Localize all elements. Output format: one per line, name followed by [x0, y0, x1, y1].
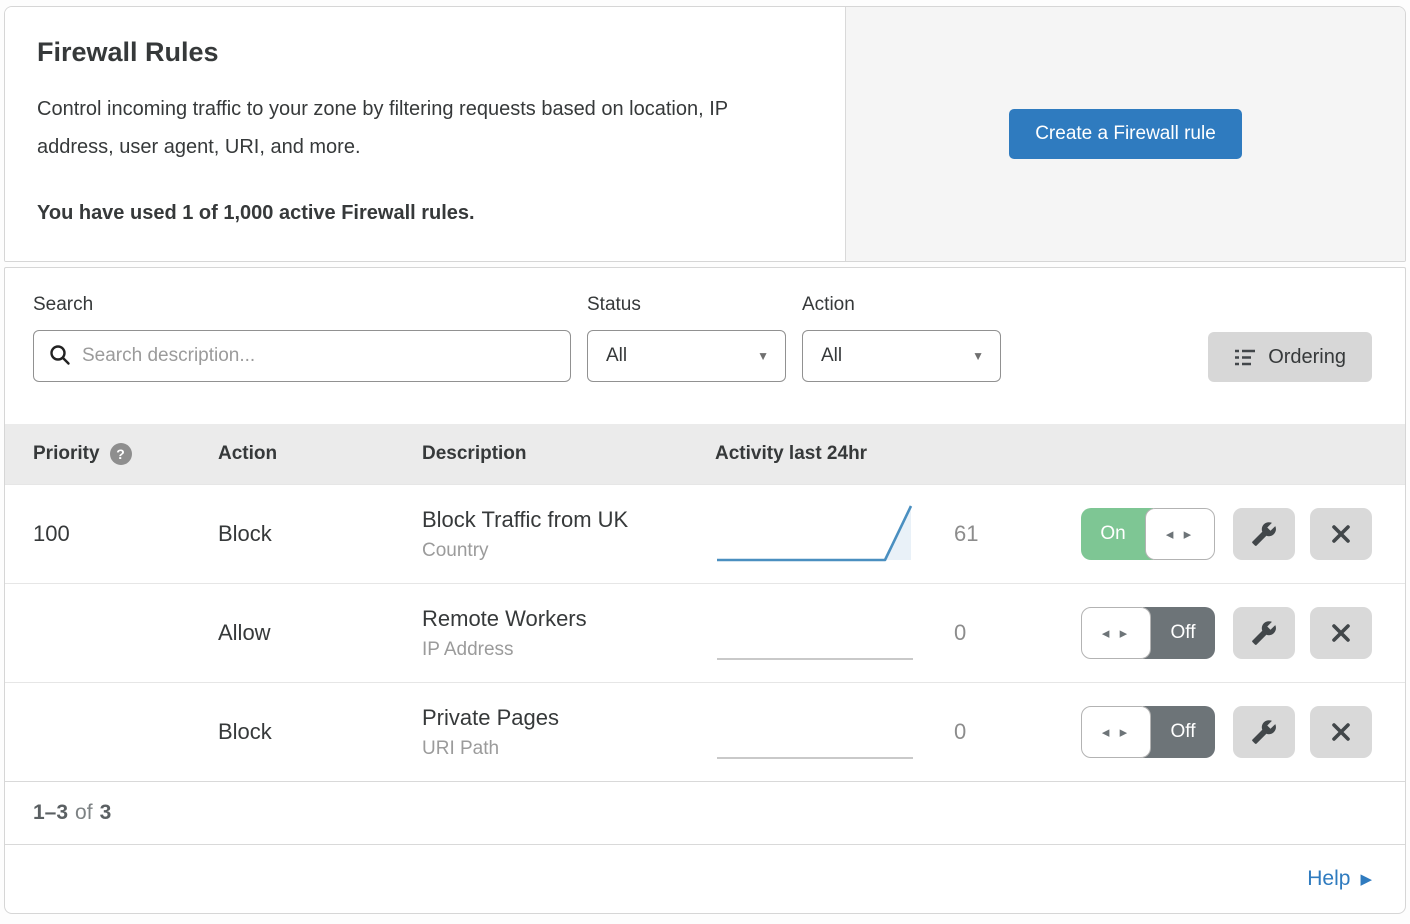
action-label: Action — [802, 294, 1001, 316]
delete-rule-button[interactable] — [1310, 706, 1372, 758]
activity-count: 61 — [922, 521, 1070, 547]
help-row: Help ▶ — [5, 844, 1405, 913]
help-link[interactable]: Help ▶ — [1307, 867, 1372, 891]
firewall-rules-page: Firewall Rules Control incoming traffic … — [0, 0, 1410, 920]
toggle-state-label: Off — [1143, 607, 1215, 659]
create-firewall-rule-button[interactable]: Create a Firewall rule — [1009, 109, 1242, 159]
action-filter: Action All ▼ — [802, 294, 1001, 382]
table-row: Allow Remote Workers IP Address 0 Off ◂ … — [5, 583, 1405, 682]
ordering-button-label: Ordering — [1268, 346, 1346, 369]
rule-description: Remote Workers — [422, 606, 715, 632]
column-activity: Activity last 24hr — [715, 443, 867, 465]
rule-match-type: IP Address — [422, 639, 715, 661]
page-title: Firewall Rules — [37, 37, 813, 68]
pagination-range: 1–3 — [33, 801, 68, 825]
action-select-value: All — [821, 345, 842, 367]
column-action: Action — [218, 443, 422, 465]
search-label: Search — [33, 294, 571, 316]
action-select[interactable]: All ▼ — [802, 330, 1001, 382]
status-select[interactable]: All ▼ — [587, 330, 786, 382]
close-icon — [1329, 621, 1353, 645]
toggle-arrows-icon: ◂ ▸ — [1166, 525, 1194, 543]
search-icon — [49, 344, 71, 366]
pagination: 1–3 of 3 — [5, 781, 1405, 844]
pagination-total: 3 — [100, 801, 112, 825]
activity-sparkline — [715, 596, 922, 671]
table-row: Block Private Pages URI Path 0 Off ◂ ▸ — [5, 682, 1405, 781]
delete-rule-button[interactable] — [1310, 508, 1372, 560]
rule-match-type: URI Path — [422, 738, 715, 760]
wrench-icon — [1251, 719, 1277, 745]
usage-note: You have used 1 of 1,000 active Firewall… — [37, 202, 813, 225]
forward-triangle-icon: ▶ — [1360, 870, 1372, 888]
priority-help-icon[interactable]: ? — [110, 443, 132, 465]
toggle-state-label: Off — [1143, 706, 1215, 758]
rule-match-type: Country — [422, 540, 715, 562]
filter-bar: Search Status All ▼ Action — [5, 268, 1405, 424]
rule-priority: 100 — [33, 521, 218, 547]
toggle-handle: ◂ ▸ — [1081, 706, 1151, 758]
rule-description: Block Traffic from UK — [422, 507, 715, 533]
rule-enable-toggle[interactable]: On ◂ ▸ — [1081, 508, 1218, 560]
rule-enable-toggle[interactable]: Off ◂ ▸ — [1081, 607, 1218, 659]
help-link-label: Help — [1307, 867, 1350, 891]
chevron-down-icon: ▼ — [757, 349, 769, 363]
activity-sparkline — [715, 497, 922, 572]
rules-card: Search Status All ▼ Action — [4, 267, 1406, 914]
toggle-handle: ◂ ▸ — [1081, 607, 1151, 659]
header-action-panel: Create a Firewall rule — [846, 7, 1405, 261]
column-priority: Priority — [33, 443, 100, 465]
rule-action: Block — [218, 719, 422, 745]
edit-rule-button[interactable] — [1233, 508, 1295, 560]
edit-rule-button[interactable] — [1233, 607, 1295, 659]
search-input[interactable] — [33, 330, 571, 382]
toggle-arrows-icon: ◂ ▸ — [1102, 624, 1130, 642]
wrench-icon — [1251, 620, 1277, 646]
ordered-list-icon — [1234, 348, 1256, 367]
close-icon — [1329, 522, 1353, 546]
delete-rule-button[interactable] — [1310, 607, 1372, 659]
status-filter: Status All ▼ — [587, 294, 786, 382]
table-header: Priority ? Action Description Activity l… — [5, 424, 1405, 484]
header-text-panel: Firewall Rules Control incoming traffic … — [5, 7, 846, 261]
column-description: Description — [422, 443, 715, 465]
rule-action: Block — [218, 521, 422, 547]
wrench-icon — [1251, 521, 1277, 547]
chevron-down-icon: ▼ — [972, 349, 984, 363]
page-description: Control incoming traffic to your zone by… — [37, 90, 807, 166]
edit-rule-button[interactable] — [1233, 706, 1295, 758]
status-label: Status — [587, 294, 786, 316]
status-select-value: All — [606, 345, 627, 367]
activity-sparkline — [715, 695, 922, 770]
rule-enable-toggle[interactable]: Off ◂ ▸ — [1081, 706, 1218, 758]
activity-count: 0 — [922, 719, 1070, 745]
pagination-of: of — [75, 801, 93, 825]
ordering-button[interactable]: Ordering — [1208, 332, 1372, 382]
activity-count: 0 — [922, 620, 1070, 646]
toggle-arrows-icon: ◂ ▸ — [1102, 723, 1130, 741]
table-row: 100 Block Block Traffic from UK Country … — [5, 484, 1405, 583]
rule-description: Private Pages — [422, 705, 715, 731]
search-filter: Search — [33, 294, 571, 382]
toggle-handle: ◂ ▸ — [1145, 508, 1215, 560]
close-icon — [1329, 720, 1353, 744]
toggle-state-label: On — [1081, 508, 1153, 560]
rule-action: Allow — [218, 620, 422, 646]
header-card: Firewall Rules Control incoming traffic … — [4, 6, 1406, 262]
